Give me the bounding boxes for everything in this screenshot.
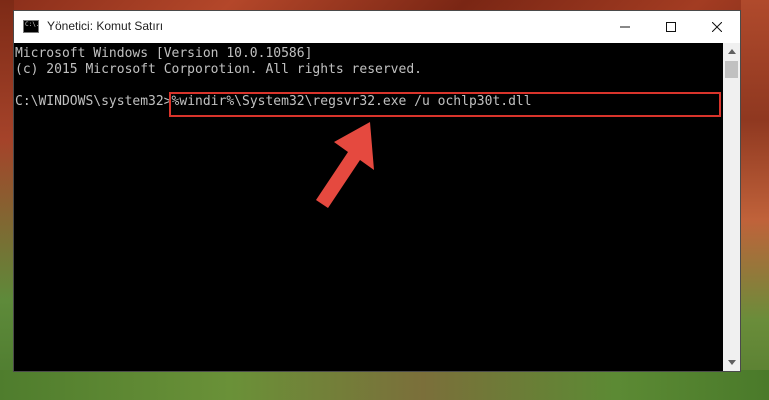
minimize-button[interactable] — [602, 11, 648, 42]
scroll-down-button[interactable] — [723, 354, 740, 371]
desktop-background-bottom — [0, 370, 769, 400]
title-bar[interactable]: C:\. Yönetici: Komut Satırı — [14, 11, 740, 43]
chevron-down-icon — [727, 360, 736, 365]
minimize-icon — [620, 26, 630, 27]
cmd-app-icon-text: C:\. — [25, 21, 40, 28]
console-prompt: C:\WINDOWS\system32> — [15, 94, 172, 109]
console-line: Microsoft Windows [Version 10.0.10586] — [15, 46, 313, 61]
scrollbar-thumb[interactable] — [725, 61, 738, 78]
console-command[interactable]: %windir%\System32\regsvr32.exe /u ochlp3… — [172, 94, 532, 109]
desktop-background-right — [741, 0, 769, 400]
command-line[interactable]: C:\WINDOWS\system32>%windir%\System32\re… — [15, 94, 722, 110]
window-title: Yönetici: Komut Satırı — [47, 19, 164, 33]
cmd-app-icon[interactable]: C:\. — [23, 20, 39, 33]
console-line: (c) 2015 Microsoft Corporotion. All righ… — [15, 62, 422, 77]
chevron-up-icon — [727, 49, 736, 54]
arrow-icon — [316, 122, 374, 208]
close-button[interactable] — [694, 11, 740, 42]
vertical-scrollbar[interactable] — [723, 43, 740, 371]
scroll-up-button[interactable] — [723, 43, 740, 60]
close-icon — [712, 21, 722, 32]
maximize-icon — [666, 21, 676, 32]
desktop-background-left — [0, 0, 14, 400]
maximize-button[interactable] — [648, 11, 694, 42]
